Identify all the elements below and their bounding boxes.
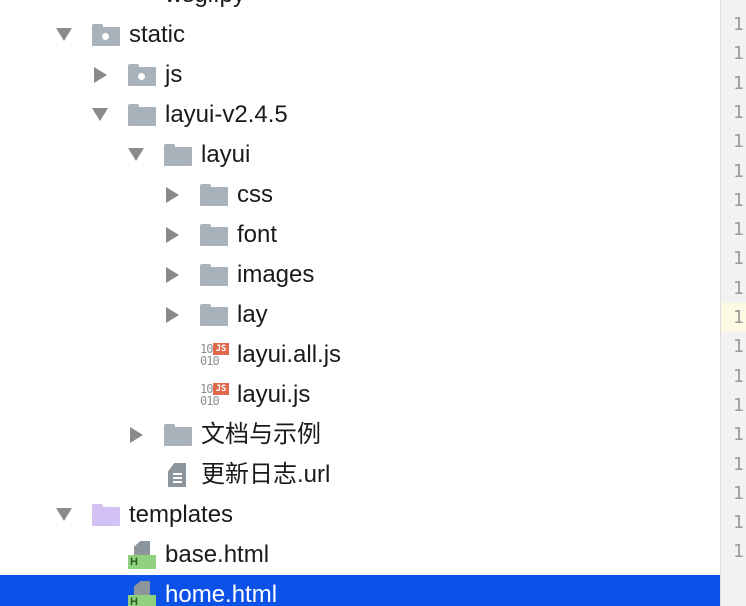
tree-row-label: js bbox=[165, 61, 183, 88]
expand-arrow-icon[interactable] bbox=[94, 67, 107, 83]
tree-row-label: images bbox=[237, 261, 315, 288]
folder-icon bbox=[200, 175, 230, 215]
line-number: 1 bbox=[733, 541, 744, 563]
collapse-arrow-icon[interactable] bbox=[56, 28, 72, 41]
tree-row-label: css bbox=[237, 181, 273, 208]
tree-row-label: layui.all.js bbox=[237, 341, 342, 368]
project-tree: wsgi.py static js layui-v2.4.5 layui css font i… bbox=[0, 0, 720, 606]
line-number: 1 bbox=[733, 365, 744, 387]
js-badge: JS bbox=[213, 383, 229, 395]
folder-icon bbox=[128, 95, 158, 135]
folder-icon bbox=[200, 295, 230, 335]
line-number: 1 bbox=[733, 453, 744, 475]
collapse-arrow-icon[interactable] bbox=[128, 148, 144, 161]
html-badge: H bbox=[128, 595, 156, 606]
tree-row[interactable]: font bbox=[0, 215, 720, 255]
tree-row[interactable]: templates bbox=[0, 495, 720, 535]
tree-row[interactable]: js bbox=[0, 55, 720, 95]
line-number: 1 bbox=[733, 219, 744, 241]
js-file-icon: 10 010 JS bbox=[200, 375, 230, 415]
expand-arrow-icon[interactable] bbox=[166, 187, 179, 203]
tree-row-label: font bbox=[237, 221, 278, 248]
line-number: 1 bbox=[733, 101, 744, 123]
tree-row-label: static bbox=[129, 21, 186, 48]
editor-gutter: 1 1 1 1 1 1 1 1 1 1 1 1 1 1 1 1 1 1 1 bbox=[720, 0, 746, 606]
line-number: 1 bbox=[733, 131, 744, 153]
html-badge: H bbox=[128, 555, 156, 569]
python-file-icon bbox=[128, 0, 158, 15]
html-file-icon: H bbox=[128, 535, 158, 575]
tree-row-label: templates bbox=[129, 501, 234, 528]
line-number: 1 bbox=[733, 189, 744, 211]
resource-folder-icon bbox=[92, 15, 122, 55]
line-number: 1 bbox=[733, 43, 744, 65]
folder-icon bbox=[200, 255, 230, 295]
line-number: 1 bbox=[733, 336, 744, 358]
tree-row-label: home.html bbox=[165, 581, 278, 606]
expand-arrow-icon[interactable] bbox=[166, 267, 179, 283]
line-number: 1 bbox=[733, 424, 744, 446]
tree-row-label: base.html bbox=[165, 541, 270, 568]
collapse-arrow-icon[interactable] bbox=[92, 108, 108, 121]
expand-arrow-icon[interactable] bbox=[130, 427, 143, 443]
tree-row[interactable]: static bbox=[0, 15, 720, 55]
line-number: 1 bbox=[733, 482, 744, 504]
tree-row[interactable]: wsgi.py bbox=[0, 0, 720, 15]
tree-row[interactable]: Hhome.html bbox=[0, 575, 720, 606]
expand-arrow-icon[interactable] bbox=[166, 227, 179, 243]
tree-row-label: layui.js bbox=[237, 381, 311, 408]
expand-arrow-icon[interactable] bbox=[166, 307, 179, 323]
line-number: 1 bbox=[733, 14, 744, 35]
tree-row[interactable]: layui-v2.4.5 bbox=[0, 95, 720, 135]
templates-folder-icon bbox=[92, 495, 122, 535]
html-file-icon: H bbox=[128, 575, 158, 606]
line-number: 1 bbox=[721, 303, 746, 332]
line-number: 1 bbox=[733, 160, 744, 182]
js-file-icon: 10 010 JS bbox=[200, 335, 230, 375]
tree-row[interactable]: 文档与示例 bbox=[0, 415, 720, 455]
folder-icon bbox=[200, 215, 230, 255]
tree-row[interactable]: css bbox=[0, 175, 720, 215]
collapse-arrow-icon[interactable] bbox=[56, 508, 72, 521]
tree-row[interactable]: 10 010 JS layui.all.js bbox=[0, 335, 720, 375]
tree-row[interactable]: Hbase.html bbox=[0, 535, 720, 575]
tree-row[interactable]: lay bbox=[0, 295, 720, 335]
tree-row-label: 更新日志.url bbox=[201, 461, 331, 488]
js-badge: JS bbox=[213, 343, 229, 355]
folder-icon bbox=[164, 135, 194, 175]
line-number: 1 bbox=[733, 248, 744, 270]
line-number: 1 bbox=[733, 394, 744, 416]
tree-row-label: layui-v2.4.5 bbox=[165, 101, 288, 128]
tree-row-label: 文档与示例 bbox=[201, 421, 321, 448]
line-number: 1 bbox=[733, 72, 744, 94]
tree-row[interactable]: 更新日志.url bbox=[0, 455, 720, 495]
tree-row-label: lay bbox=[237, 301, 268, 328]
text-file-icon bbox=[164, 455, 194, 495]
tree-row[interactable]: images bbox=[0, 255, 720, 295]
line-number: 1 bbox=[733, 277, 744, 299]
tree-row-label: wsgi.py bbox=[165, 0, 245, 15]
tree-row-label: layui bbox=[201, 141, 251, 168]
tree-row[interactable]: layui bbox=[0, 135, 720, 175]
tree-row[interactable]: 10 010 JS layui.js bbox=[0, 375, 720, 415]
resource-folder-icon bbox=[128, 55, 158, 95]
line-number: 1 bbox=[733, 512, 744, 534]
folder-icon bbox=[164, 415, 194, 455]
